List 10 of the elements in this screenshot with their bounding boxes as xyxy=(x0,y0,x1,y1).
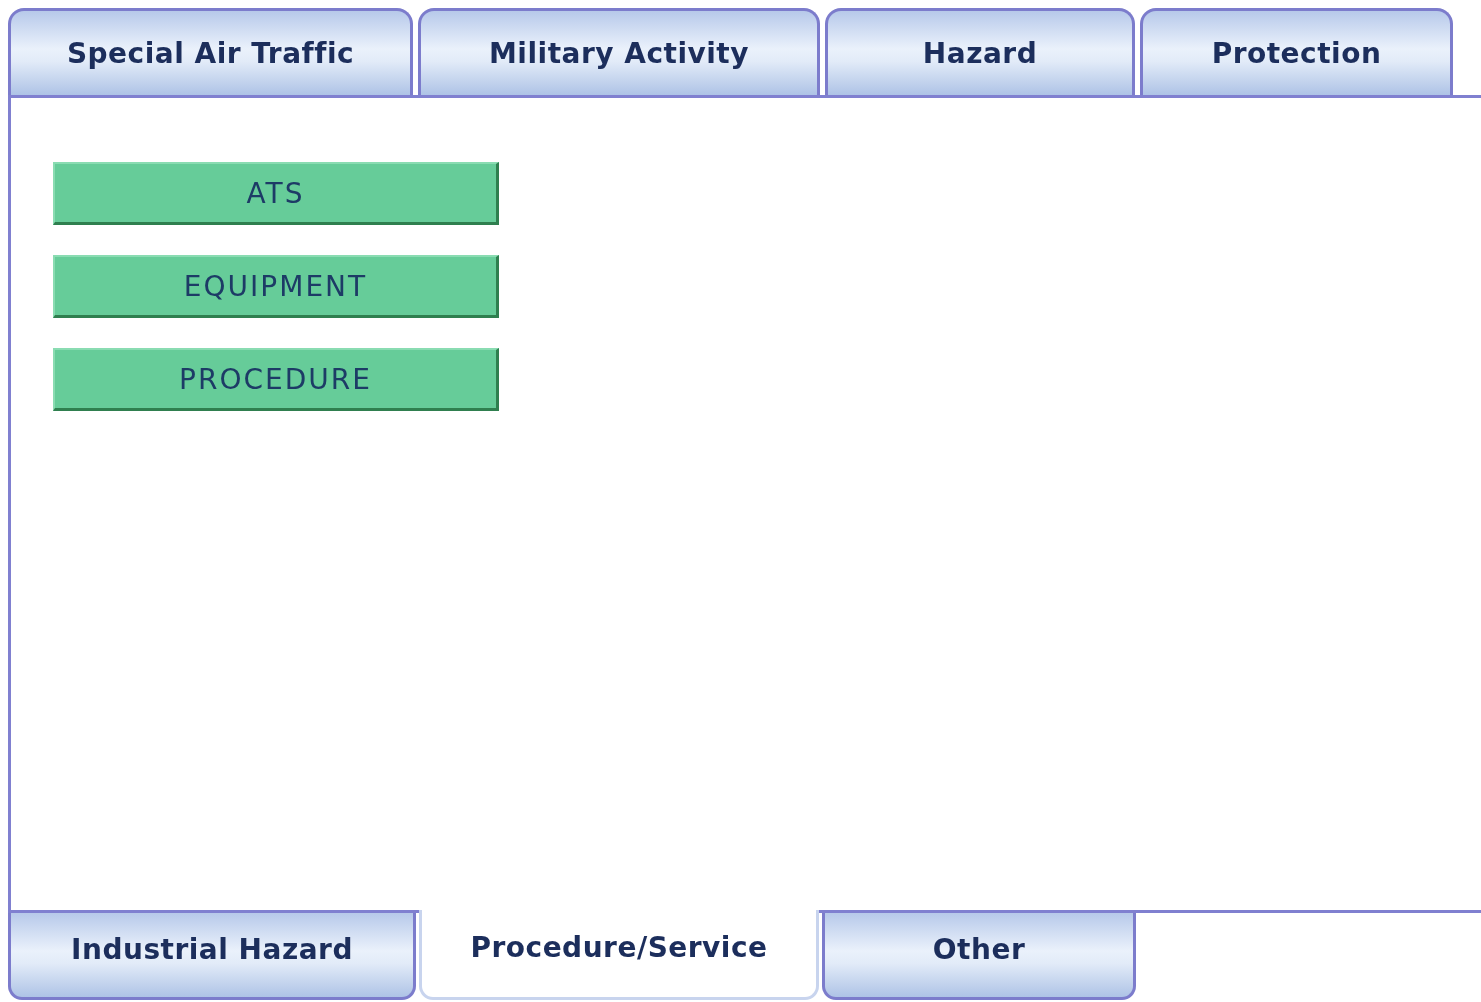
tab[interactable]: Military Activity xyxy=(418,8,820,95)
tab[interactable]: Other xyxy=(822,913,1136,1000)
category-button[interactable]: ATS xyxy=(53,162,499,225)
tab[interactable]: Protection xyxy=(1140,8,1453,95)
category-button[interactable]: PROCEDURE xyxy=(53,348,499,411)
tab[interactable]: Procedure/Service xyxy=(419,910,819,1000)
category-button[interactable]: EQUIPMENT xyxy=(53,255,499,318)
tab[interactable]: Hazard xyxy=(825,8,1135,95)
tab[interactable]: Industrial Hazard xyxy=(8,913,416,1000)
tab[interactable]: Special Air Traffic xyxy=(8,8,413,95)
